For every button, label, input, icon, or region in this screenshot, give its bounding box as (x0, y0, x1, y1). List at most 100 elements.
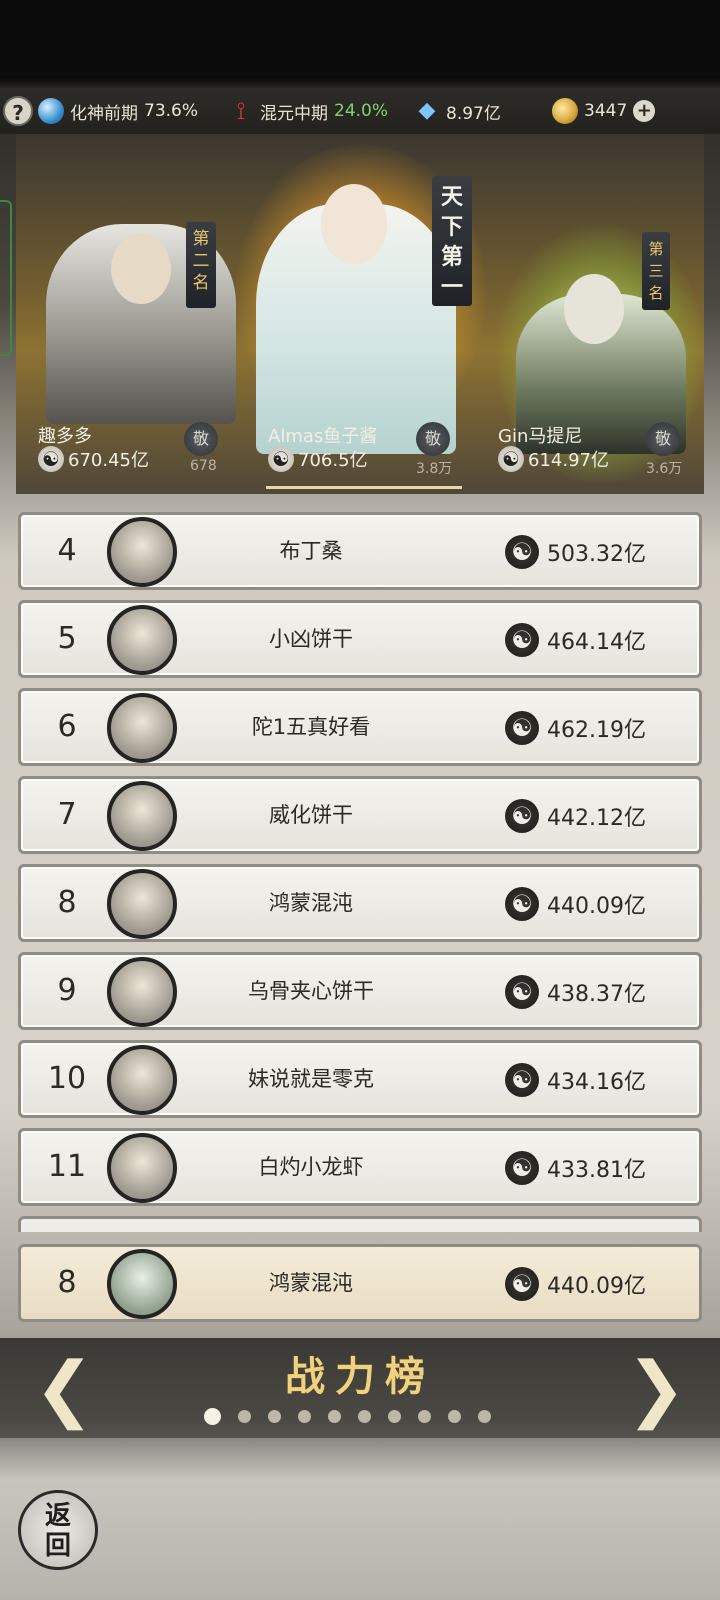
board-switcher: ❮ 战力榜 ❯ (0, 1338, 720, 1438)
ranking-row[interactable]: 8 鸿蒙混沌 ☯ 440.09亿 (18, 864, 702, 942)
avatar[interactable] (107, 517, 177, 587)
page-dot[interactable] (358, 1410, 371, 1423)
rank-number: 10 (47, 1061, 87, 1096)
avatar[interactable] (107, 781, 177, 851)
third-place-banner: 第三名 (642, 232, 670, 310)
avatar[interactable] (107, 869, 177, 939)
yin-yang-icon: ☯ (498, 446, 524, 472)
first-place-card[interactable]: Almas鱼子酱 ☯ 706.5亿 敬 3.8万 (268, 422, 458, 478)
player-power: ☯ 434.16亿 (505, 1061, 646, 1099)
player-power: ☯ 503.32亿 (505, 533, 646, 571)
player-power: ☯ 433.81亿 (505, 1149, 646, 1187)
board-title: 战力榜 (285, 1353, 435, 1400)
power-value: 440.09亿 (547, 894, 646, 919)
side-tab-indicator[interactable] (0, 200, 12, 356)
respect-button[interactable]: 敬 (416, 422, 450, 456)
ranking-row[interactable]: 10 妹说就是零克 ☯ 434.16亿 (18, 1040, 702, 1118)
respect-count: 3.6万 (646, 461, 683, 477)
rank-number: 4 (57, 533, 77, 568)
power-value: 438.37亿 (547, 982, 646, 1007)
yin-yang-icon: ☯ (268, 446, 294, 472)
avatar[interactable] (107, 1249, 177, 1319)
stat-label: 混元中期 (260, 103, 328, 124)
first-place-character-head (321, 184, 387, 264)
avatar[interactable] (107, 1133, 177, 1203)
rank-number: 6 (57, 709, 77, 744)
ranking-row[interactable]: 5 小凶饼干 ☯ 464.14亿 (18, 600, 702, 678)
yin-yang-icon: ☯ (38, 446, 64, 472)
next-board-button[interactable]: ❯ (626, 1348, 686, 1428)
yin-yang-icon: ☯ (505, 711, 539, 745)
second-place-banner: 第二名 (186, 222, 216, 308)
add-gold-button[interactable]: + (633, 100, 656, 122)
power-value: 434.16亿 (547, 1070, 646, 1095)
blue-orb-icon (38, 98, 64, 124)
avatar[interactable] (107, 957, 177, 1027)
player-name: 小凶饼干 (269, 627, 353, 651)
crystal-icon: ◆ (418, 98, 436, 123)
ranking-row[interactable]: 7 威化饼干 ☯ 442.12亿 (18, 776, 702, 854)
page-dot[interactable] (204, 1408, 221, 1425)
avatar[interactable] (107, 693, 177, 763)
rank-number: 7 (57, 797, 77, 832)
ranking-row[interactable]: 11 白灼小龙虾 ☯ 433.81亿 (18, 1128, 702, 1206)
rank-number: 5 (57, 621, 77, 656)
power-value: 462.19亿 (547, 718, 646, 743)
ranking-row[interactable]: 4 布丁桑 ☯ 503.32亿 (18, 512, 702, 590)
yin-yang-icon: ☯ (505, 799, 539, 833)
back-label-line2: 回 (44, 1531, 71, 1561)
player-name: 白灼小龙虾 (258, 1155, 364, 1179)
top-three-podium: 第二名 天下第一 第三名 趣多多 ☯ 670.45亿 敬 678 Almas鱼子… (16, 134, 704, 494)
ranking-list[interactable]: 4 布丁桑 ☯ 503.32亿 5 小凶饼干 ☯ 464.14亿 6 陀1五真好看 … (18, 512, 702, 1232)
page-dot[interactable] (238, 1410, 251, 1423)
page-indicator (204, 1408, 491, 1426)
page-dot[interactable] (478, 1410, 491, 1423)
power-value: 614.97亿 (528, 450, 609, 471)
gold-stat[interactable]: 3447 + (552, 97, 656, 125)
rank-number: 11 (47, 1149, 87, 1184)
realm-stage-stat[interactable]: ⟟ 混元中期 24.0% (228, 97, 388, 125)
respect-button[interactable]: 敬 (646, 422, 680, 456)
crystal-stat[interactable]: ◆ 8.97亿 (414, 97, 501, 125)
avatar[interactable] (107, 605, 177, 675)
ranking-row[interactable]: 6 陀1五真好看 ☯ 462.19亿 (18, 688, 702, 766)
my-rank-row[interactable]: 8 鸿蒙混沌 ☯ 440.09亿 (18, 1244, 702, 1322)
respect-button[interactable]: 敬 (184, 422, 218, 456)
yin-yang-icon: ☯ (505, 975, 539, 1009)
page-dot[interactable] (388, 1410, 401, 1423)
yin-yang-icon: ☯ (505, 1151, 539, 1185)
page-dot[interactable] (418, 1410, 431, 1423)
ranking-row-partial[interactable] (18, 1216, 702, 1232)
player-power: ☯ 440.09亿 (505, 1265, 646, 1303)
player-name: 乌骨夹心饼干 (248, 979, 374, 1003)
prev-board-button[interactable]: ❮ (34, 1348, 94, 1428)
third-place-card[interactable]: Gin马提尼 ☯ 614.97亿 敬 3.6万 (498, 422, 688, 478)
rank-number: 8 (57, 885, 77, 920)
ranking-row[interactable]: 9 乌骨夹心饼干 ☯ 438.37亿 (18, 952, 702, 1030)
player-power: ☯ 462.19亿 (505, 709, 646, 747)
first-place-banner: 天下第一 (432, 176, 472, 306)
player-name: 鸿蒙混沌 (269, 891, 353, 915)
stat-value: 8.97亿 (446, 103, 501, 124)
third-place-character-head (564, 274, 624, 344)
gold-coin-icon (552, 98, 578, 124)
player-power: ☯ 464.14亿 (505, 621, 646, 659)
player-power: ☯ 440.09亿 (505, 885, 646, 923)
page-dot[interactable] (328, 1410, 341, 1423)
stat-value: 3447 (584, 101, 628, 121)
power-value: 440.09亿 (547, 1274, 646, 1299)
back-button[interactable]: 返 回 (18, 1490, 98, 1570)
red-trident-icon: ⟟ (236, 97, 246, 125)
help-button[interactable]: ? (3, 96, 33, 126)
second-place-character-head (111, 234, 171, 304)
avatar[interactable] (107, 1045, 177, 1115)
player-name: 陀1五真好看 (251, 715, 371, 739)
cultivation-stage-stat[interactable]: 化神前期 73.6% (38, 97, 198, 125)
power-value: 706.5亿 (298, 450, 368, 471)
page-dot[interactable] (298, 1410, 311, 1423)
page-dot[interactable] (268, 1410, 281, 1423)
yin-yang-icon: ☯ (505, 887, 539, 921)
second-place-card[interactable]: 趣多多 ☯ 670.45亿 敬 678 (38, 422, 228, 478)
page-dot[interactable] (448, 1410, 461, 1423)
yin-yang-icon: ☯ (505, 535, 539, 569)
